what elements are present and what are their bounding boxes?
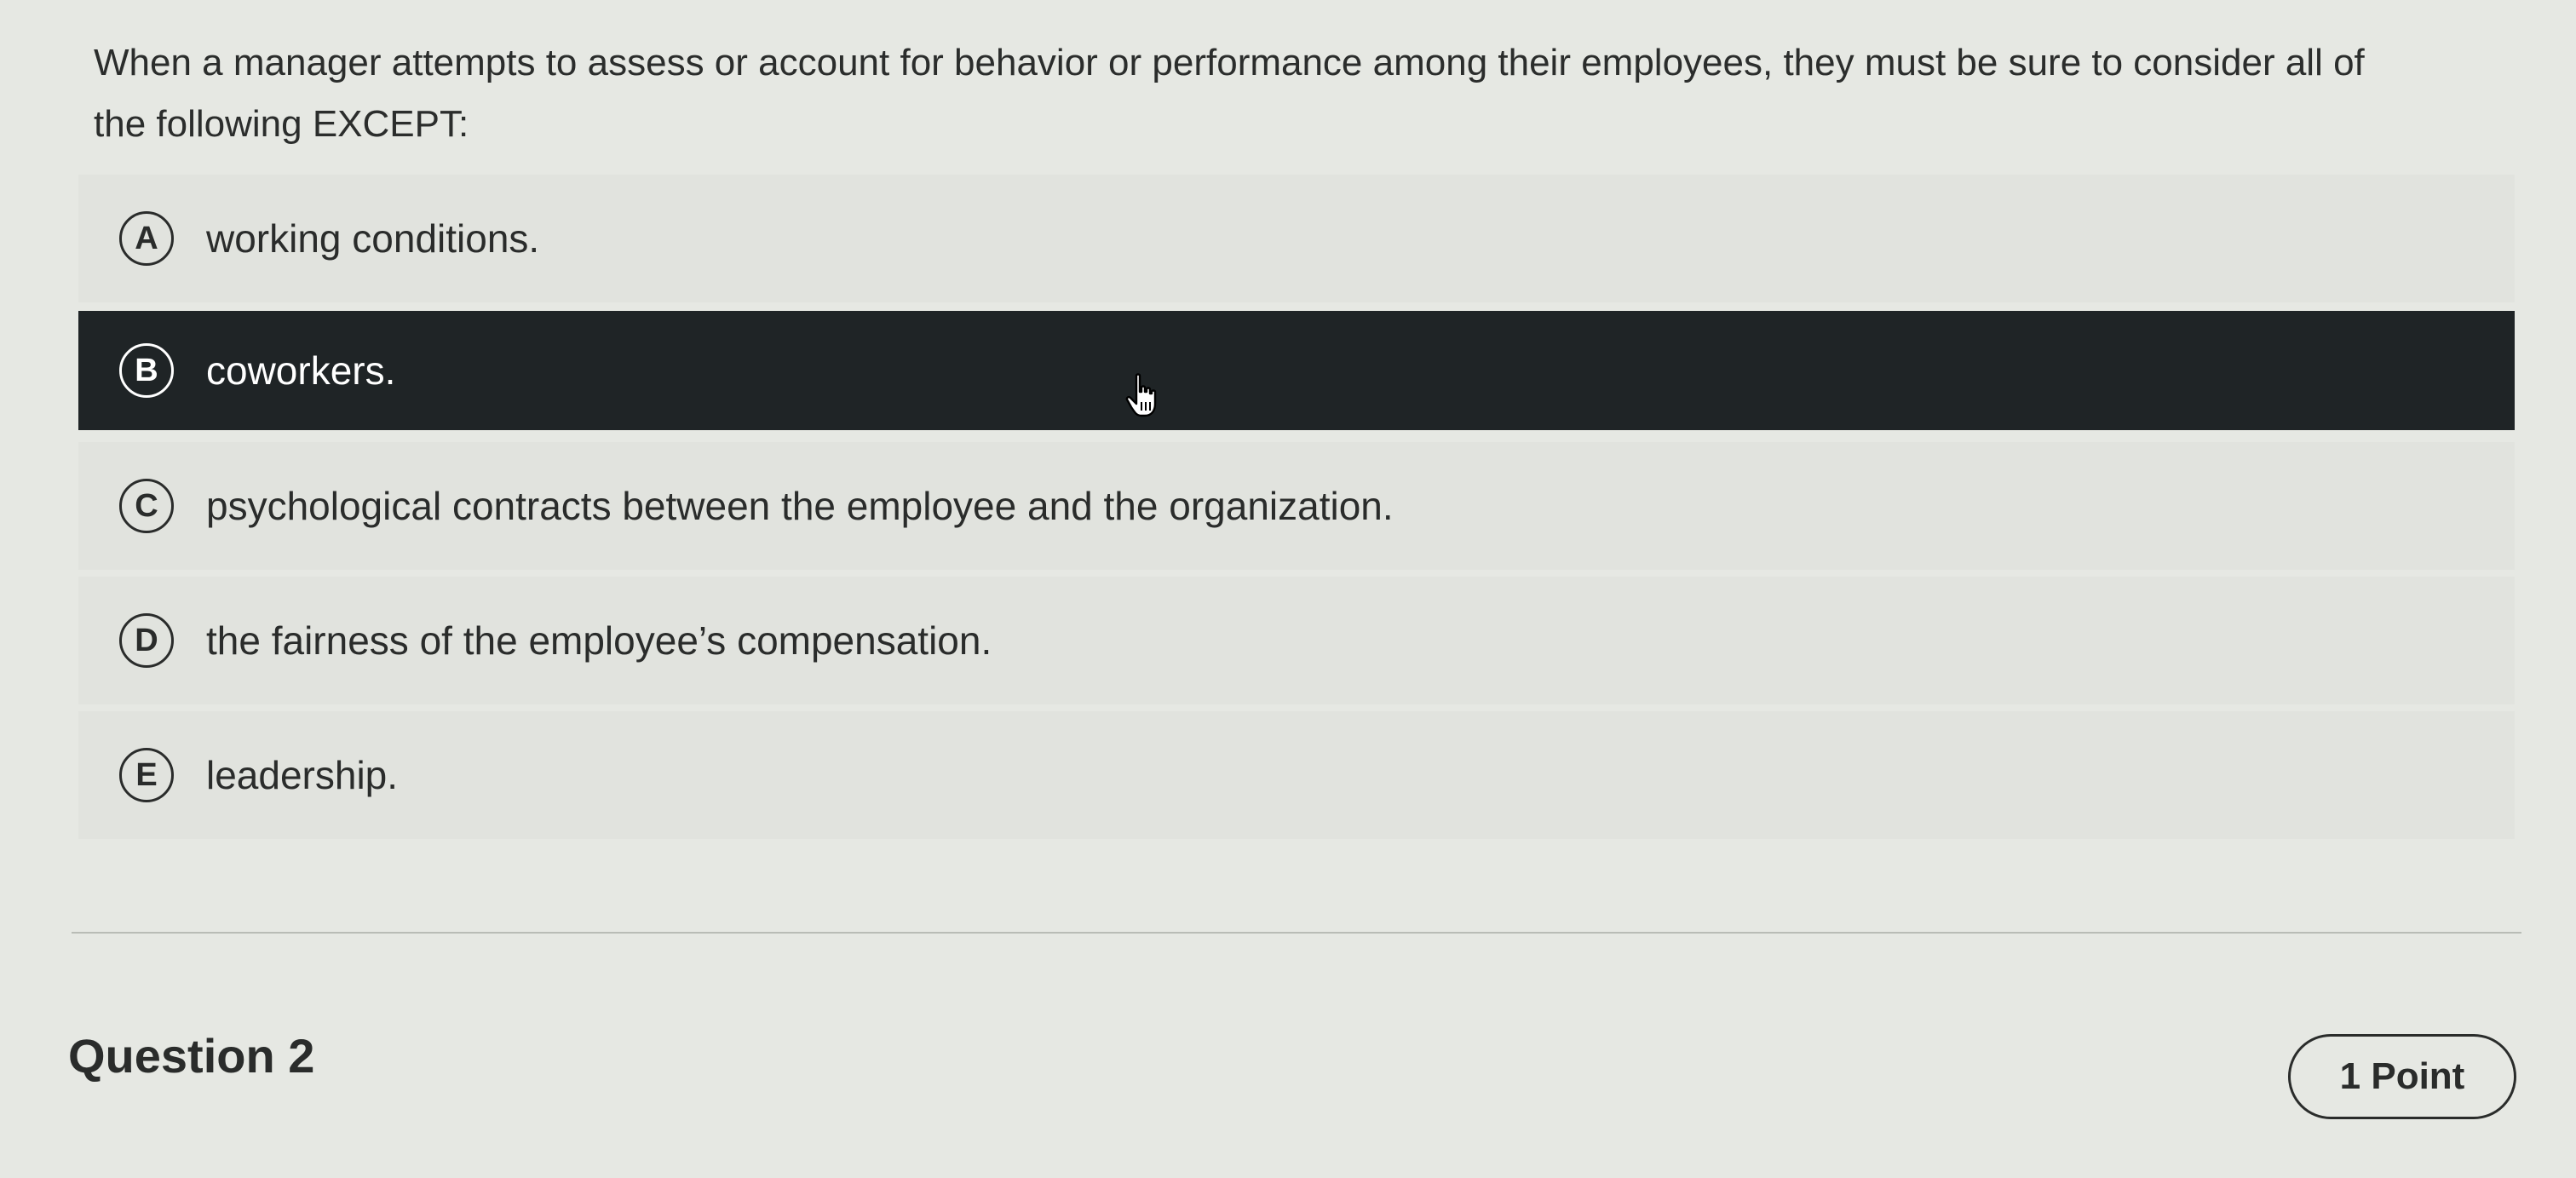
option-e[interactable]: E leadership. (78, 711, 2515, 839)
answer-options: A working conditions. B coworkers. C psy… (78, 175, 2515, 846)
section-divider (72, 932, 2521, 934)
option-a[interactable]: A working conditions. (78, 175, 2515, 302)
option-d[interactable]: D the fairness of the employee’s compens… (78, 577, 2515, 704)
option-label: the fairness of the employee’s compensat… (206, 618, 992, 663)
points-badge: 1 Point (2288, 1034, 2516, 1119)
option-letter-badge: B (119, 343, 174, 398)
option-c[interactable]: C psychological contracts between the em… (78, 442, 2515, 570)
option-letter-badge: A (119, 211, 174, 266)
option-label: leadership. (206, 753, 399, 797)
option-label: working conditions. (206, 216, 540, 261)
question-text: When a manager attempts to assess or acc… (94, 42, 2365, 145)
option-label: psychological contracts between the empl… (206, 484, 1394, 528)
question-2-heading: Question 2 (68, 1029, 315, 1083)
option-letter-badge: E (119, 748, 174, 802)
hand-pointer-icon (1125, 373, 1157, 417)
option-b[interactable]: B coworkers. (78, 311, 2515, 430)
option-letter-badge: C (119, 479, 174, 533)
option-letter-badge: D (119, 613, 174, 668)
option-label: coworkers. (206, 348, 396, 393)
